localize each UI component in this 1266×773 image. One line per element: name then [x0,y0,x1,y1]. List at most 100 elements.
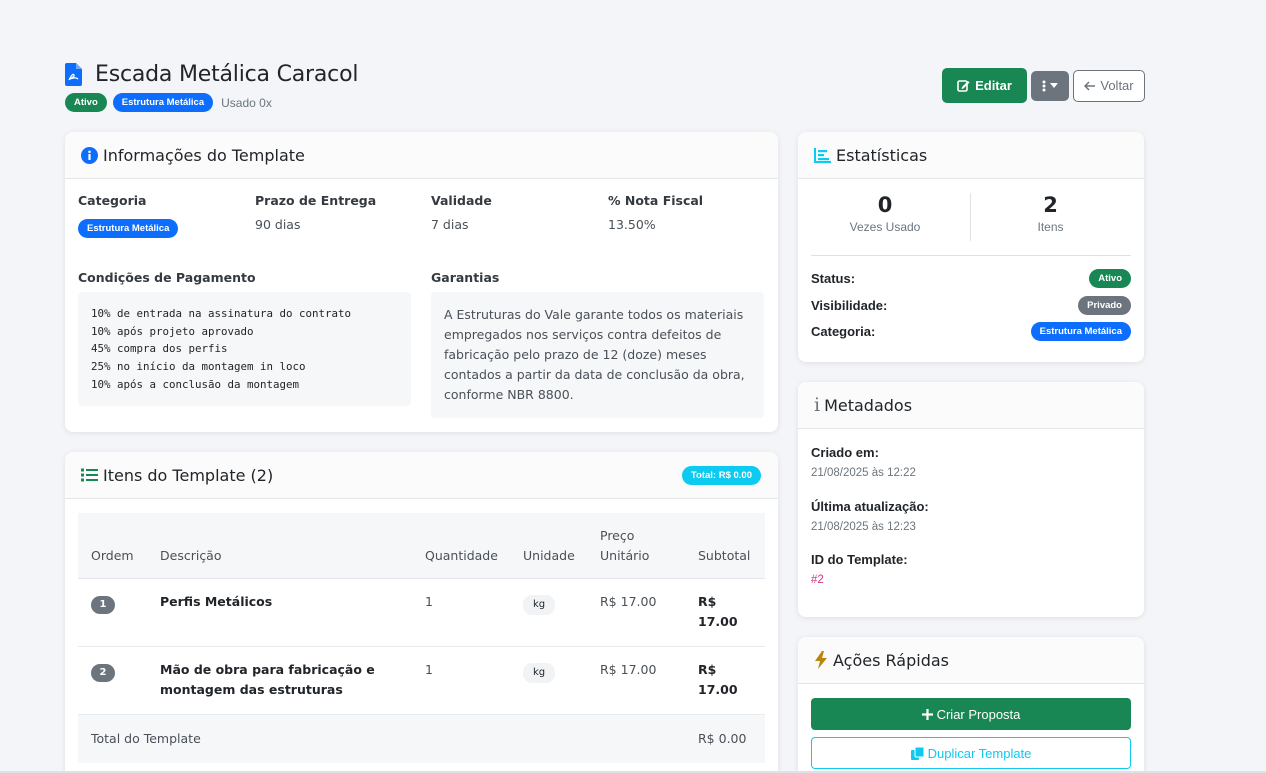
category-badge: Estrutura Metálica [112,93,214,112]
footer-label: Total do Template [91,731,201,746]
payment-line: 45% compra dos perfis [91,342,228,356]
used-count: 0 [877,193,893,217]
card-header: Estatísticas [798,132,1144,179]
validity-value: 7 dias [431,217,469,232]
table-header: Ordem Descrição Quantidade Unidade Preço… [78,513,765,579]
col-description: Descrição [160,548,222,563]
col-quantity: Quantidade [425,548,498,563]
status-label: Status: [811,271,856,286]
payment-line: 25% no início da montagem in loco [91,360,306,374]
category-label: Categoria [78,193,147,208]
order-badge: 2 [91,664,115,682]
subtotal-cell: R$ 17.00 [698,660,738,700]
order-badge: 1 [91,596,115,614]
visibility-label: Visibilidade: [811,298,888,313]
template-items-card: Itens do Template (2) Total: R$ 0.00 Ord… [65,452,778,773]
template-info-card: Informações do Template Categoria Estrut… [65,132,778,432]
delivery-value: 90 dias [255,217,301,232]
validity-label: Validade [431,193,492,208]
payment-line: 10% após projeto aprovado [91,324,254,338]
delivery-label: Prazo de Entrega [255,193,377,208]
card-header: Ações Rápidas [798,637,1144,684]
col-price-line1: Preço [600,528,635,543]
warranty-text: A Estruturas do Vale garante todos os ma… [444,307,745,402]
warranty-box: A Estruturas do Vale garante todos os ma… [431,292,764,418]
quick-actions-card: Ações Rápidas Criar Proposta Duplicar Te… [798,637,1144,773]
updated-label: Última atualização: [811,499,929,514]
pdf-file-icon [65,63,82,86]
description-cell: Mão de obra para fabricação e montagem d… [160,660,375,700]
edit-button-label: Editar [975,78,1012,93]
items-table: Ordem Descrição Quantidade Unidade Preço… [78,513,765,763]
quantity-cell: 1 [425,662,433,677]
items-count: 2 [1043,193,1058,217]
page-title: Escada Metálica Caracol [95,62,359,87]
created-label: Criado em: [811,445,879,460]
price-cell: R$ 17.00 [600,594,657,609]
bar-chart-icon [814,147,831,163]
card-title: Ações Rápidas [833,650,949,670]
used-label: Vezes Usado [849,220,921,234]
price-cell: R$ 17.00 [600,662,657,677]
payment-conditions-text: 10% de entrada na assinatura do contrato… [91,305,398,394]
tax-value: 13.50% [608,217,656,232]
back-button[interactable]: Voltar [1073,69,1145,102]
info-icon: i [814,394,821,416]
category-badge: Estrutura Metálica [78,219,179,238]
unit-cell: kg [523,593,556,615]
description-line: Perfis Metálicos [160,594,273,609]
status-row: Status: Ativo [811,269,1131,288]
more-actions-button[interactable] [1031,70,1069,101]
usage-text: Usado 0x [221,95,272,110]
quantity-cell: 1 [425,594,433,609]
used-stat: 0 Vezes Usado [811,193,959,243]
card-title: Metadados [824,395,913,415]
unit-badge: kg [523,595,556,615]
category-badge: Estrutura Metálica [1030,322,1131,341]
vertical-dots-icon [1042,80,1046,91]
template-id-value: #2 [811,574,824,586]
visibility-badge: Privado [1078,296,1131,315]
card-title: Estatísticas [836,145,928,165]
order-cell: 1 [91,593,115,614]
metadata-card: i Metadados Criado em: 21/08/2025 às 12:… [798,382,1144,617]
payment-conditions-box: 10% de entrada na assinatura do contrato… [78,292,411,406]
arrow-left-icon [1084,80,1096,91]
header-actions: Editar Voltar [942,68,1145,103]
header-badges: Ativo Estrutura Metálica Usado 0x [65,93,272,112]
description-cell: Perfis Metálicos [160,592,272,612]
col-order: Ordem [91,548,134,563]
tax-label: % Nota Fiscal [608,193,704,208]
col-unit: Unidade [523,548,575,563]
order-cell: 2 [91,661,115,682]
col-price: Preço Unitário [600,526,649,566]
subtotal-line: R$ [698,662,717,677]
duplicate-template-label: Duplicar Template [927,745,1032,761]
back-button-label: Voltar [1100,78,1134,93]
unit-cell: kg [523,661,556,683]
subtotal-line: 17.00 [698,614,738,629]
statistics-card: Estatísticas 0 Vezes Usado 2 Itens Statu… [798,132,1144,362]
title-row: Escada Metálica Caracol [65,62,358,87]
description-line: montagem das estruturas [160,682,343,697]
payment-line: 10% após a conclusão da montagem [91,377,300,391]
table-row: 1 Perfis Metálicos 1 kg R$ 17.00 R$ 17.0… [78,579,765,647]
lightning-icon [814,651,828,669]
unit-badge: kg [523,663,556,683]
created-value: 21/08/2025 às 12:22 [811,467,916,479]
subtotal-cell: R$ 17.00 [698,592,738,632]
card-title: Itens do Template (2) [103,465,274,485]
category-row: Categoria: Estrutura Metálica [811,322,1131,341]
status-badge: Ativo [1089,269,1131,288]
table-row: 2 Mão de obra para fabricação e montagem… [78,647,765,715]
category-label: Categoria: [811,324,876,339]
create-proposal-button[interactable]: Criar Proposta [811,698,1131,730]
updated-value: 21/08/2025 às 12:23 [811,521,916,533]
create-proposal-label: Criar Proposta [936,706,1021,722]
items-stat: 2 Itens [970,193,1131,243]
description-line: Mão de obra para fabricação e [160,662,375,677]
payment-label: Condições de Pagamento [78,270,256,285]
edit-button[interactable]: Editar [942,68,1027,103]
card-header-left: Itens do Template (2) [81,466,273,485]
duplicate-template-button[interactable]: Duplicar Template [811,737,1131,769]
